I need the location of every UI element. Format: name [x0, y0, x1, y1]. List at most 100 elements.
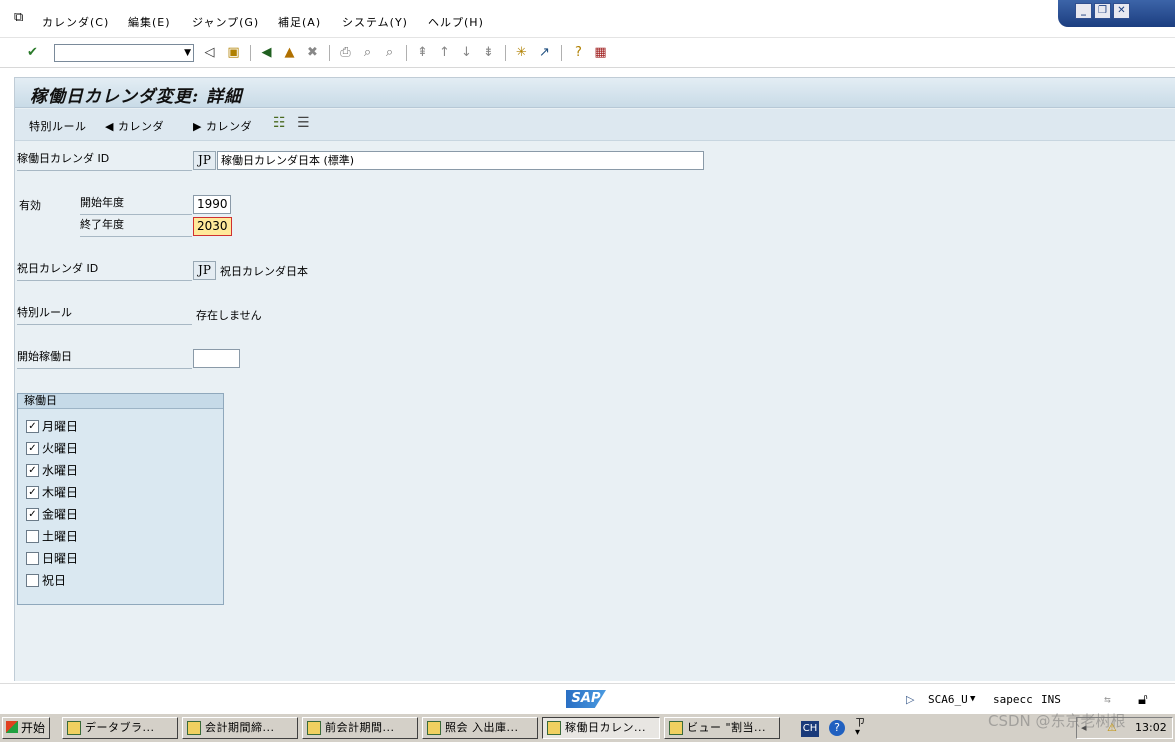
detail-icon[interactable]: ☰	[297, 115, 310, 131]
factory-calendar-text[interactable]: 稼働日カレンダ日本 (標準)	[217, 151, 704, 170]
holiday-calendar-label: 祝日カレンダ ID	[17, 259, 192, 281]
menu-system[interactable]: システム(Y)	[342, 14, 408, 30]
workday-checkbox-row[interactable]: ✓ 水曜日	[26, 462, 78, 478]
workday-checkbox-row[interactable]: ✓ 金曜日	[26, 506, 78, 522]
toolbar-separator	[406, 45, 407, 61]
end-year-input[interactable]: 2030	[193, 217, 232, 236]
prev-calendar-button[interactable]: ◀ カレンダ	[105, 118, 164, 134]
status-expand-icon[interactable]: ▷	[906, 693, 914, 706]
app-icon	[67, 721, 81, 735]
workday-checkbox[interactable]: ✓	[26, 464, 39, 477]
help-icon[interactable]: ?	[570, 44, 587, 61]
special-rules-label: 特別ルール	[17, 303, 192, 325]
workday-checkbox[interactable]	[26, 574, 39, 587]
task-3[interactable]: 照会 入出庫...	[422, 717, 538, 739]
end-year-label: 終了年度	[80, 215, 192, 237]
menu-edit[interactable]: 編集(E)	[128, 14, 171, 30]
caret-left-icon: ◀	[105, 120, 118, 133]
workday-label: 火曜日	[42, 441, 79, 456]
workday-checkbox-row[interactable]: ✓ 月曜日	[26, 418, 78, 434]
ime-icon[interactable]: ㄗ ▾	[855, 719, 865, 738]
exit-icon[interactable]: ▲	[281, 44, 298, 61]
workday-label: 金曜日	[42, 507, 79, 522]
back-icon[interactable]: ◁	[201, 44, 218, 61]
start-workday-input[interactable]	[193, 349, 240, 368]
workday-checkbox-row[interactable]: 土曜日	[26, 528, 78, 544]
chevron-down-icon[interactable]: ▼	[970, 694, 975, 704]
language-indicator[interactable]: CH	[801, 721, 819, 737]
save-icon[interactable]: ▣	[225, 44, 242, 61]
task-label: ビュー "割当...	[687, 721, 767, 734]
workday-label: 祝日	[42, 573, 67, 588]
cancel-icon[interactable]: ✖	[304, 44, 321, 61]
factory-calendar-id[interactable]: JP	[193, 151, 216, 170]
task-5[interactable]: ビュー "割当...	[664, 717, 780, 739]
prev-calendar-label: カレンダ	[117, 120, 164, 133]
special-rules-value: 存在しません	[196, 309, 262, 322]
task-1[interactable]: 会計期間締...	[182, 717, 298, 739]
minimize-icon[interactable]: _	[1075, 3, 1092, 19]
start-year-input[interactable]: 1990	[193, 195, 231, 214]
shortcut-icon[interactable]: ↗	[536, 44, 553, 61]
workday-checkbox[interactable]: ✓	[26, 442, 39, 455]
lock-icon[interactable]: 🔓︎	[1138, 690, 1148, 708]
layout-icon[interactable]: ▦	[592, 44, 609, 61]
menu-bar: ⧉ カレンダ(C) 編集(E) ジャンプ(G) 補足(A) システム(Y) ヘル…	[0, 0, 1175, 38]
close-icon[interactable]: ✕	[1113, 3, 1130, 19]
task-2[interactable]: 前会計期間...	[302, 717, 418, 739]
workday-checkbox-row[interactable]: ✓ 木曜日	[26, 484, 78, 500]
special-rules-button[interactable]: 特別ルール	[29, 118, 87, 134]
workday-checkbox-row[interactable]: 日曜日	[26, 550, 78, 566]
app-icon	[547, 721, 561, 735]
workday-checkbox-row[interactable]: ✓ 火曜日	[26, 440, 78, 456]
task-label: 照会 入出庫...	[445, 721, 519, 734]
workday-label: 土曜日	[42, 529, 79, 544]
task-0[interactable]: データブラ...	[62, 717, 178, 739]
toolbar-separator	[250, 45, 251, 61]
workday-checkbox[interactable]: ✓	[26, 508, 39, 521]
workday-checkbox[interactable]	[26, 530, 39, 543]
start-button[interactable]: 开始	[2, 717, 50, 739]
title-bar: 稼働日カレンダ変更: 詳細	[15, 78, 1175, 108]
valid-label: 有効	[19, 199, 41, 212]
start-label: 开始	[21, 721, 46, 735]
next-page-icon[interactable]: ↓	[458, 44, 475, 61]
menu-extras[interactable]: 補足(A)	[278, 14, 321, 30]
app-icon	[307, 721, 321, 735]
menu-icon[interactable]: ⧉	[14, 11, 28, 25]
workday-checkbox[interactable]: ✓	[26, 420, 39, 433]
task-4[interactable]: 稼働日カレン...	[542, 717, 660, 739]
find-next-icon[interactable]: ⌕	[381, 44, 398, 61]
chevron-down-icon[interactable]: ▼	[184, 45, 191, 61]
menu-goto[interactable]: ジャンプ(G)	[192, 14, 259, 30]
workday-checkbox[interactable]	[26, 552, 39, 565]
workday-checkbox[interactable]: ✓	[26, 486, 39, 499]
enter-icon[interactable]: ✔	[24, 44, 41, 61]
list-icon[interactable]: ☷	[273, 115, 286, 131]
workday-checkbox-row[interactable]: 祝日	[26, 572, 66, 588]
help-icon[interactable]: ?	[829, 720, 845, 736]
first-page-icon[interactable]: ⇞	[414, 44, 431, 61]
holiday-calendar-text: 祝日カレンダ日本	[220, 265, 308, 278]
windows-icon	[6, 721, 18, 733]
find-icon[interactable]: ⌕	[359, 44, 376, 61]
next-calendar-button[interactable]: ▶ カレンダ	[193, 118, 252, 134]
nav-back-icon[interactable]: ◀	[258, 44, 275, 61]
restore-icon[interactable]: ❐	[1094, 3, 1111, 19]
menu-calendar[interactable]: カレンダ(C)	[42, 14, 109, 30]
menu-help[interactable]: ヘルプ(H)	[428, 14, 484, 30]
task-label: 会計期間締...	[205, 721, 275, 734]
window-controls: _ ❐ ✕	[1058, 0, 1175, 27]
task-label: 稼働日カレン...	[565, 721, 646, 734]
holiday-calendar-id[interactable]: JP	[193, 261, 216, 280]
application-toolbar: 特別ルール ◀ カレンダ ▶ カレンダ ☷ ☰	[15, 109, 1175, 141]
last-page-icon[interactable]: ⇟	[480, 44, 497, 61]
print-icon[interactable]: ⎙	[337, 44, 354, 61]
status-bar: SAP ▷ SCA6_U ▼ sapecc INS ⇆ 🔓︎	[0, 683, 1175, 713]
prev-page-icon[interactable]: ↑	[436, 44, 453, 61]
workday-label: 日曜日	[42, 551, 79, 566]
new-session-icon[interactable]: ✳	[513, 44, 530, 61]
clock: 13:02	[1135, 721, 1167, 734]
standard-toolbar: ✔ ▼ ◁ ▣ ◀ ▲ ✖ ⎙ ⌕ ⌕ ⇞ ↑ ↓ ⇟ ✳ ↗ ? ▦	[0, 38, 1175, 68]
command-field[interactable]: ▼	[54, 44, 194, 62]
